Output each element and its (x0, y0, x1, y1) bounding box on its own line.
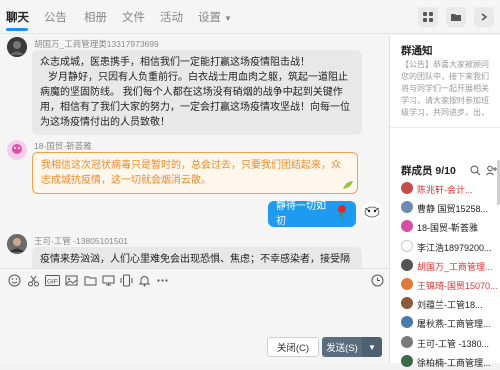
message-text: 众志成城，医患携手，相信我们一定能打赢这场疫情阻击战！ (40, 57, 310, 68)
message-list[interactable]: 胡国万_工商管理类13317973699 众志成城，医患携手，相信我们一定能打赢… (0, 35, 389, 268)
rose-icon (336, 204, 348, 225)
avatar[interactable] (7, 140, 27, 160)
tab-album[interactable]: 相册 (84, 9, 107, 25)
group-info-panel: 群通知 【公告】恭喜大家被顾问您的团队中，接下来我们将与同学们一起开展相关学习，… (389, 35, 500, 368)
member-item[interactable]: 王可-工管 -1380... (390, 334, 500, 351)
members-title: 群成员 9/10 (401, 165, 456, 177)
tab-bar: 聊天 公告 相册 文件 活动 设置 ▼ (0, 0, 500, 34)
member-name: 刘蕴兰-工管18... (417, 300, 483, 311)
message-bubble[interactable]: 众志成城，医患携手，相信我们一定能打赢这场疫情阻击战！ 岁月静好，只因有人负重前… (32, 50, 362, 135)
chevron-down-icon: ▼ (224, 14, 232, 23)
member-name: 18-国贸-靳荟雅 (417, 223, 479, 234)
member-item[interactable]: 王锦琦-国贸15070... (390, 276, 500, 293)
message-sender: 胡国万_工商管理类13317973699 (34, 39, 159, 49)
avatar[interactable] (362, 201, 382, 221)
image-icon[interactable] (64, 273, 79, 288)
shake-icon[interactable] (119, 273, 134, 288)
emoji-icon[interactable] (7, 273, 22, 288)
message-bubble[interactable]: 静待一切如初 (268, 201, 356, 227)
folder-icon[interactable] (446, 7, 466, 27)
member-item[interactable]: 曹静 国贸15258... (390, 199, 500, 216)
avatar[interactable] (7, 37, 27, 57)
avatar[interactable] (7, 234, 27, 254)
member-item[interactable]: 屠秋燕-工商管理... (390, 314, 500, 331)
member-item[interactable]: 18-国贸-靳荟雅 (390, 218, 500, 235)
message-text: 我相信这次冠状病毒只是暂时的，总会过去，只要我们团结起来，众志成城抗疫情，这一切… (41, 160, 341, 186)
avatar (401, 316, 413, 329)
more-icon[interactable] (155, 273, 170, 288)
send-button[interactable]: 发送(S) (322, 337, 362, 357)
tab-settings[interactable]: 设置 ▼ (198, 9, 232, 25)
clock-icon[interactable] (370, 273, 385, 288)
tab-announcements[interactable]: 公告 (44, 9, 67, 25)
apps-icon[interactable] (418, 7, 438, 27)
tab-files[interactable]: 文件 (122, 9, 145, 25)
bell-icon[interactable] (137, 273, 152, 288)
search-icon[interactable] (468, 163, 482, 177)
member-name: 陈兆轩-会计... (417, 185, 473, 195)
member-item[interactable]: 李江浩18979200... (390, 238, 500, 255)
avatar (401, 220, 413, 233)
member-name: 王锦琦-国贸15070... (417, 281, 498, 291)
member-item[interactable]: 陈兆轩-会计... (390, 180, 500, 197)
add-member-icon[interactable] (484, 163, 498, 177)
chevron-right-icon[interactable] (474, 7, 494, 27)
group-notice-text[interactable]: 【公告】恭喜大家被顾问您的团队中，接下来我们将与同学们一起开展相关学习，请大家按… (401, 59, 493, 119)
divider (390, 127, 500, 128)
svg-text:GIF: GIF (47, 279, 58, 286)
chevron-down-icon: ▼ (368, 342, 376, 352)
avatar (401, 258, 413, 271)
gif-icon[interactable]: GIF (45, 273, 60, 288)
avatar (401, 335, 413, 348)
member-name: 屠秋燕-工商管理... (417, 319, 491, 330)
member-name: 徐柏楠-工商管理... (417, 357, 491, 368)
message-sender: 18-国贸-靳荟雅 (34, 141, 92, 151)
message-bubble[interactable]: 疫情来势汹汹，人们心里难免会出现恐惧、焦虑；不幸感染者，接受隔离治疗， (32, 247, 362, 268)
message-sender: 王可-工管 -13805101501 (34, 236, 129, 246)
message-bubble[interactable]: 我相信这次冠状病毒只是暂时的，总会过去，只要我们团结起来，众志成城抗疫情，这一切… (32, 152, 358, 194)
tab-chat[interactable]: 聊天 (6, 9, 29, 25)
message-text: 静待一切如初 (276, 201, 326, 227)
member-item[interactable]: 胡国万_工商管理... (390, 257, 500, 274)
avatar (401, 278, 413, 290)
group-notice-title: 群通知 (401, 45, 433, 57)
tab-settings-label: 设置 (198, 12, 221, 24)
avatar (401, 239, 413, 252)
active-tab-indicator (6, 28, 28, 31)
avatar (401, 182, 413, 194)
screen-icon[interactable] (101, 273, 116, 288)
avatar (401, 201, 413, 214)
avatar (401, 297, 413, 310)
input-toolbar: GIF (0, 268, 389, 292)
close-button[interactable]: 关闭(C) (267, 337, 319, 357)
tab-activities[interactable]: 活动 (160, 9, 183, 25)
member-item[interactable]: 刘蕴兰-工管18... (390, 295, 500, 312)
member-item[interactable]: 徐柏楠-工商管理... (390, 353, 500, 370)
qq-group-chat-window: 聊天 公告 相册 文件 活动 设置 ▼ 胡国万_工商管理类13317973699 … (0, 0, 500, 368)
avatar (401, 354, 413, 367)
member-name: 胡国万_工商管理... (417, 261, 493, 272)
member-name: 李江浩18979200... (417, 242, 492, 253)
message-text: 岁月静好，只因有人负重前行。白衣战士用血肉之躯，筑起一道阻止病魔的坚固防线。 我… (40, 72, 350, 128)
member-name: 曹静 国贸15258... (417, 204, 489, 215)
send-options-button[interactable]: ▼ (362, 337, 382, 357)
member-name: 王可-工管 -1380... (417, 338, 490, 349)
message-input[interactable] (0, 292, 389, 332)
folder-icon[interactable] (83, 273, 98, 288)
leaf-icon (342, 177, 354, 195)
scissors-icon[interactable] (26, 273, 41, 288)
message-text: 疫情来势汹汹，人们心里难免会出现恐惧、焦虑；不幸感染者，接受隔离治疗， (40, 254, 350, 265)
